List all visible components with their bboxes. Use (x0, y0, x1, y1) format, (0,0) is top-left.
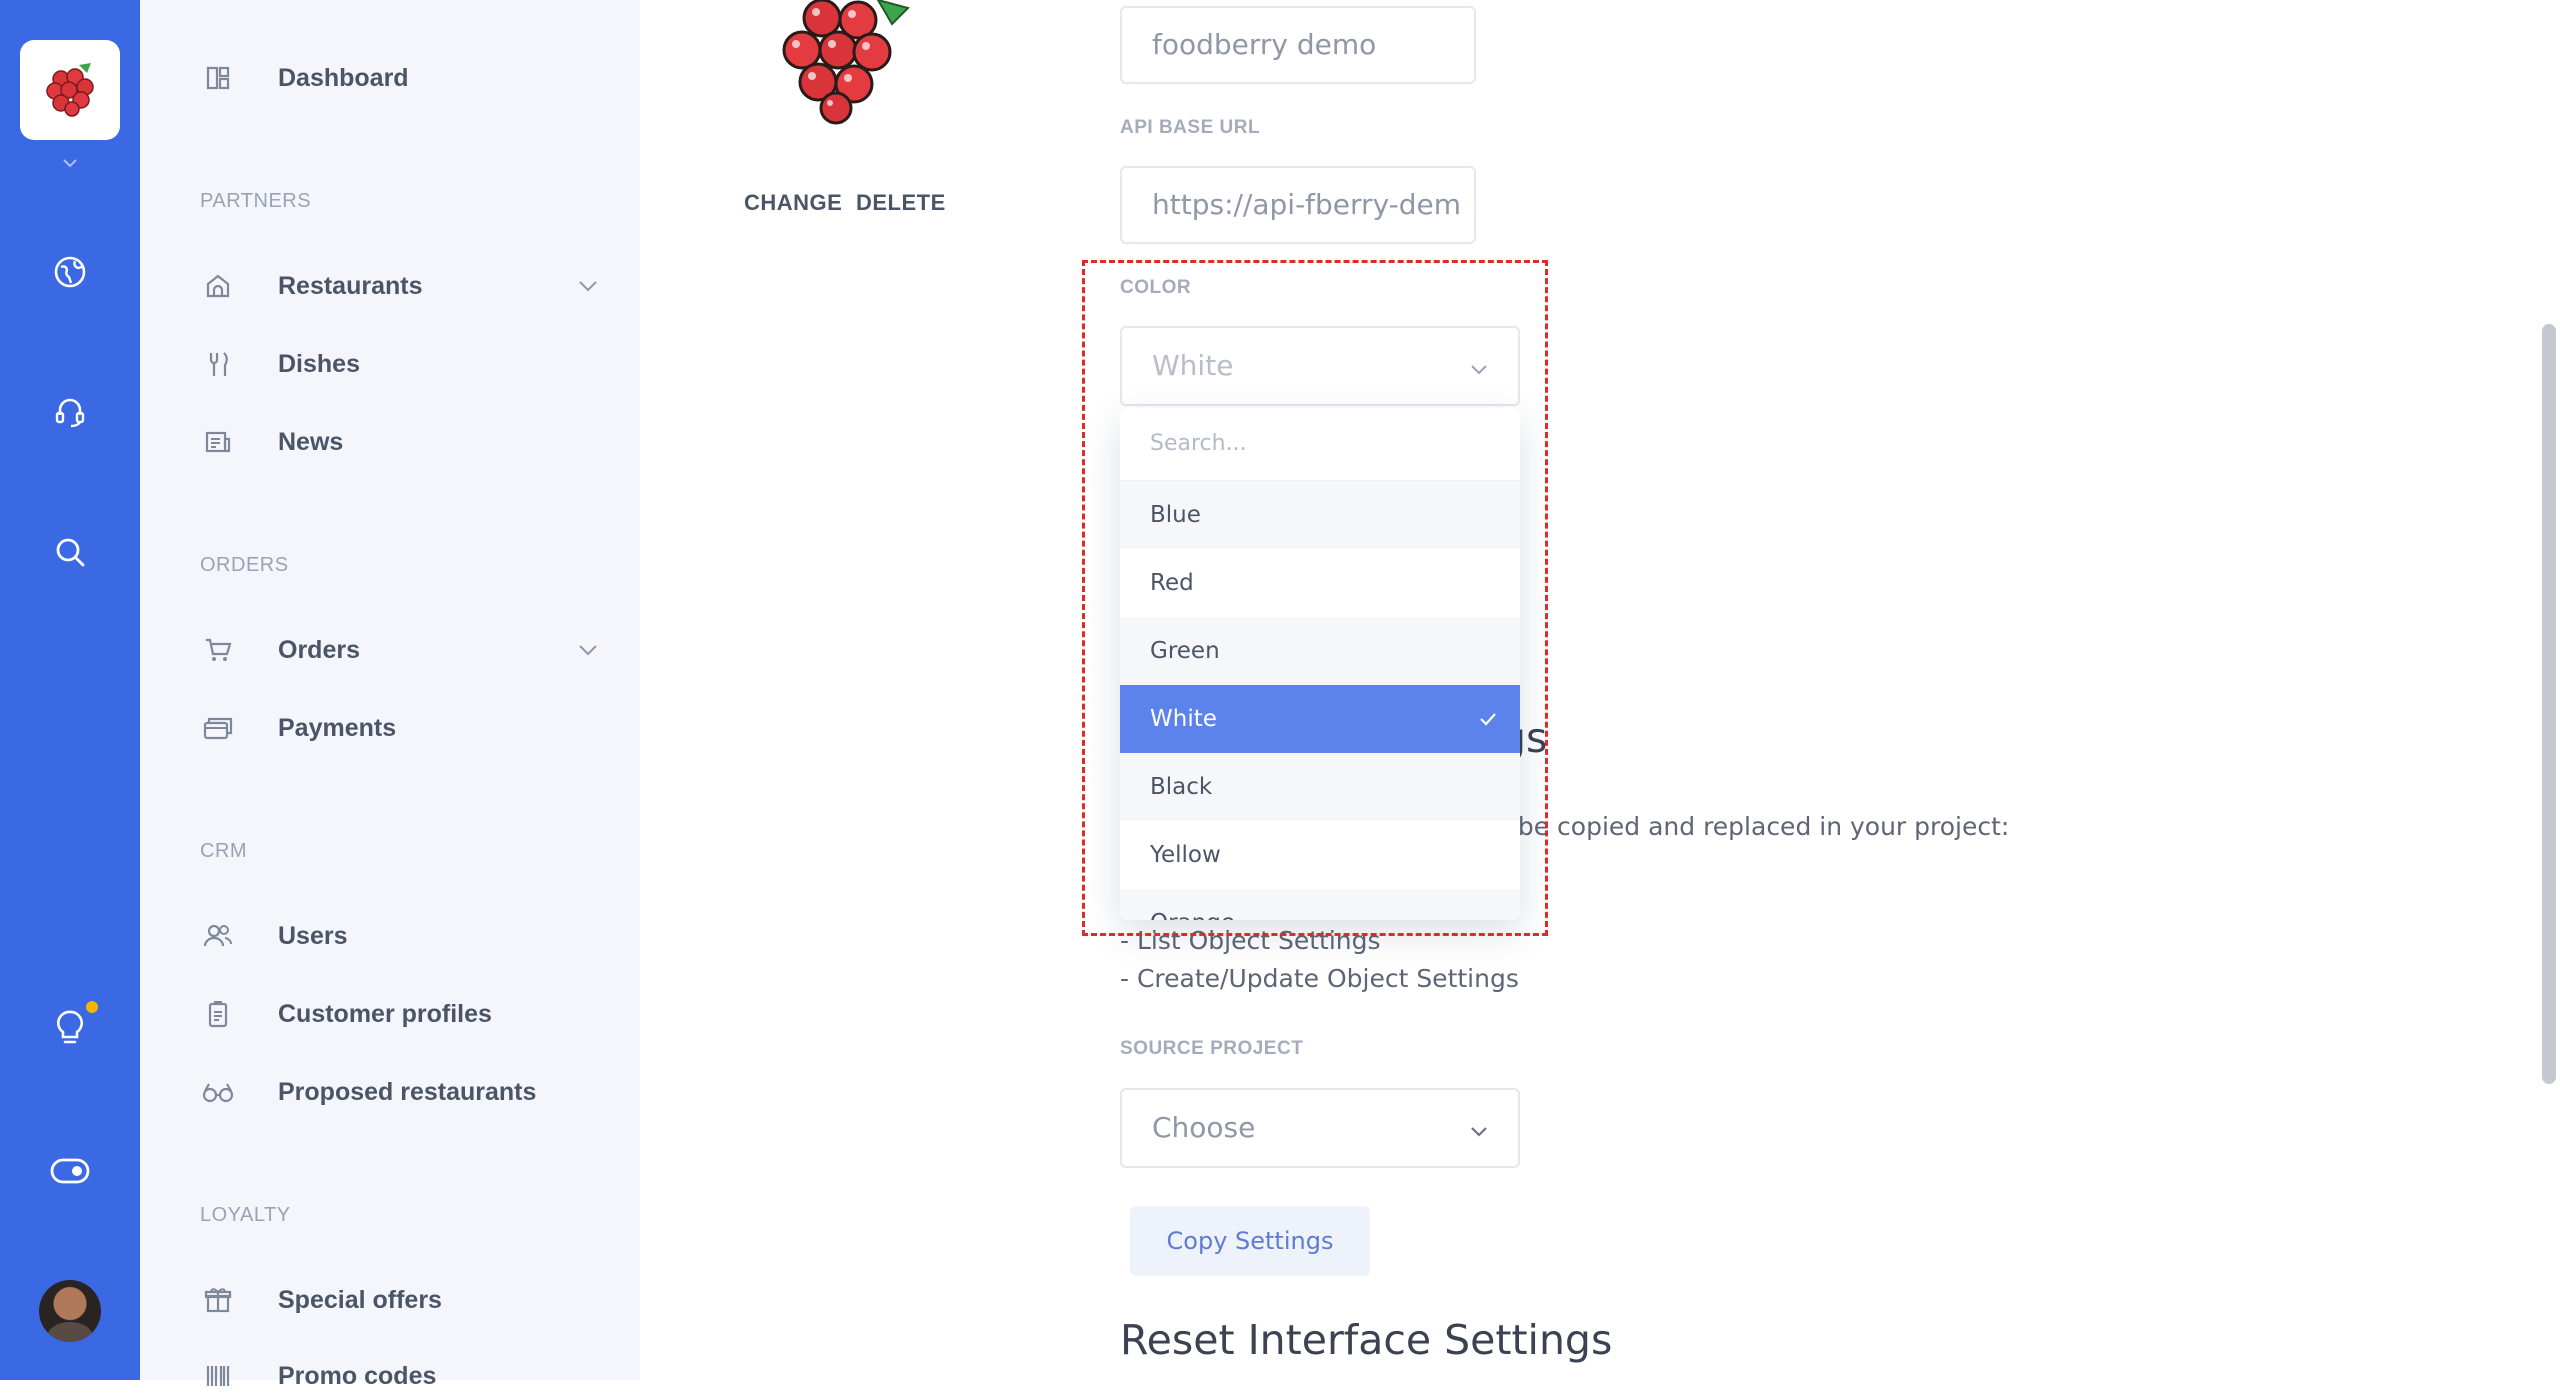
sidebar-item-restaurants[interactable]: Restaurants (200, 266, 600, 306)
color-option-orange[interactable]: Orange (1120, 889, 1520, 920)
sidebar-item-label: Orders (278, 635, 360, 664)
gift-icon (200, 1282, 236, 1318)
copy-settings-description: ll be copied and replaced in your projec… (1496, 812, 2010, 841)
project-name-field[interactable]: foodberry demo (1120, 6, 1476, 84)
dropdown-search-input[interactable]: Search... (1120, 408, 1520, 481)
color-label: COLOR (1120, 277, 1192, 298)
lightbulb-icon[interactable] (50, 1008, 90, 1048)
chevron-down-icon (1471, 1127, 1487, 1137)
sidebar-item-proposed-restaurants[interactable]: Proposed restaurants (200, 1072, 600, 1112)
color-select-value: White (1152, 349, 1234, 382)
chevron-down-icon[interactable] (576, 274, 600, 298)
color-option-yellow[interactable]: Yellow (1120, 821, 1520, 889)
sidebar-item-promo-codes[interactable]: Promo codes (200, 1356, 600, 1396)
project-logo-image (782, 0, 910, 125)
color-option-blue[interactable]: Blue (1120, 481, 1520, 549)
section-label-orders: ORDERS (200, 554, 289, 576)
icon-rail (0, 0, 140, 1380)
color-option-black[interactable]: Black (1120, 753, 1520, 821)
api-base-url-label: API BASE URL (1120, 117, 1261, 138)
sidebar-item-payments[interactable]: Payments (200, 708, 600, 748)
copy-settings-button[interactable]: Copy Settings (1130, 1206, 1370, 1276)
color-dropdown-menu: Search... Blue Red Green White Black Yel… (1120, 408, 1520, 920)
toggle-icon[interactable] (50, 1151, 90, 1191)
color-select[interactable]: White (1120, 326, 1520, 406)
section-label-crm: CRM (200, 840, 248, 862)
section-label-loyalty: LOYALTY (200, 1204, 291, 1226)
source-project-value: Choose (1152, 1111, 1256, 1144)
sidebar-item-users[interactable]: Users (200, 916, 600, 956)
sidebar-item-dishes[interactable]: Dishes (200, 344, 600, 384)
sidebar-item-special-offers[interactable]: Special offers (200, 1280, 600, 1320)
delete-logo-button[interactable]: DELETE (856, 190, 946, 216)
sidebar-item-news[interactable]: News (200, 422, 600, 462)
reset-interface-heading: Reset Interface Settings (1120, 1316, 1613, 1364)
restaurant-icon (200, 268, 236, 304)
section-label-partners: PARTNERS (200, 190, 312, 212)
sidebar-item-label: Promo codes (278, 1361, 437, 1390)
globe-icon[interactable] (50, 252, 90, 292)
check-icon (1480, 713, 1496, 726)
chevron-down-icon[interactable] (576, 638, 600, 662)
sidebar-item-label: Restaurants (278, 271, 423, 300)
news-icon (200, 424, 236, 460)
sidebar-item-label: Users (278, 921, 348, 950)
sidebar-item-customer-profiles[interactable]: Customer profiles (200, 994, 600, 1034)
source-project-select[interactable]: Choose (1120, 1088, 1520, 1168)
barcode-icon (200, 1358, 236, 1394)
sidebar-item-orders[interactable]: Orders (200, 630, 600, 670)
sidebar: Dashboard PARTNERS Restaurants Dishes Ne… (140, 0, 640, 1390)
clipboard-icon (200, 996, 236, 1032)
users-icon (200, 918, 236, 954)
payments-icon (200, 710, 236, 746)
change-logo-button[interactable]: CHANGE (744, 190, 842, 216)
copy-settings-line-1: - List Object Settings (1120, 926, 1381, 955)
cart-icon (200, 632, 236, 668)
sidebar-item-label: Special offers (278, 1285, 442, 1314)
sidebar-item-label: News (278, 427, 344, 456)
cutlery-icon (200, 346, 236, 382)
copy-settings-line-2: - Create/Update Object Settings (1120, 964, 1519, 993)
option-label: White (1150, 706, 1217, 732)
color-option-white[interactable]: White (1120, 685, 1520, 753)
color-option-green[interactable]: Green (1120, 617, 1520, 685)
sidebar-item-label: Customer profiles (278, 999, 492, 1028)
scrollbar[interactable] (2542, 324, 2556, 1084)
glasses-icon (200, 1074, 236, 1110)
sidebar-item-dashboard[interactable]: Dashboard (200, 58, 600, 98)
api-base-url-field[interactable]: https://api-fberry-dem (1120, 166, 1476, 244)
source-project-label: SOURCE PROJECT (1120, 1038, 1304, 1059)
sidebar-item-label: Dishes (278, 349, 360, 378)
color-option-red[interactable]: Red (1120, 549, 1520, 617)
dashboard-icon (200, 60, 236, 96)
sidebar-item-label: Payments (278, 713, 397, 742)
raspberry-logo-icon[interactable] (20, 40, 120, 140)
search-icon[interactable] (50, 532, 90, 572)
avatar[interactable] (39, 1280, 101, 1342)
support-icon[interactable] (50, 392, 90, 432)
notification-dot (86, 1001, 98, 1013)
sidebar-item-label: Proposed restaurants (278, 1077, 537, 1106)
sidebar-item-label: Dashboard (278, 63, 409, 92)
chevron-down-icon[interactable] (60, 156, 80, 170)
chevron-down-icon (1471, 365, 1487, 375)
